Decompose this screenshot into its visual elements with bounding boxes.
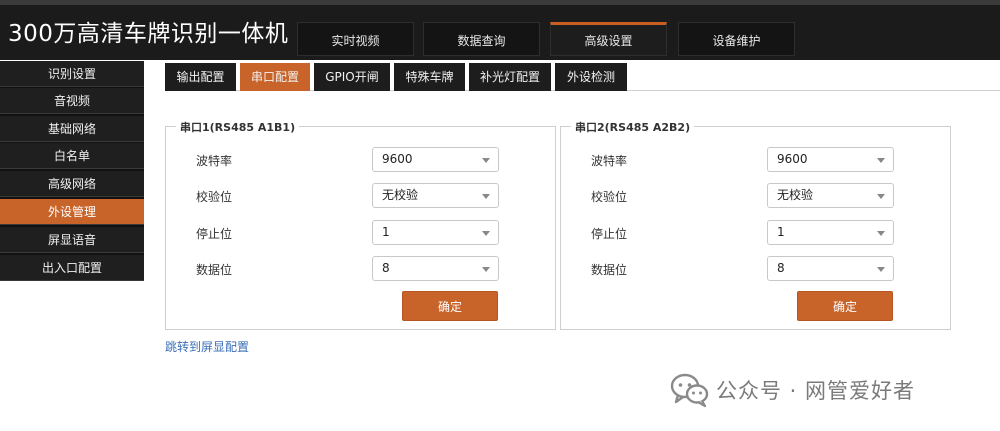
sidebar-item-advanced-network[interactable]: 高级网络 bbox=[0, 171, 144, 197]
tab-gpio-open[interactable]: GPIO开闸 bbox=[314, 63, 390, 91]
sidebar-item-whitelist[interactable]: 白名单 bbox=[0, 143, 144, 169]
serial-port-2-panel: 串口2(RS485 A2B2) 波特率 9600 校验位 无校验 停止位 1 数… bbox=[560, 119, 951, 330]
goto-display-config-link[interactable]: 跳转到屏显配置 bbox=[165, 338, 249, 355]
baud-rate-value: 9600 bbox=[777, 152, 808, 166]
parity-select[interactable]: 无校验 bbox=[372, 183, 499, 208]
sidebar-item-basic-network[interactable]: 基础网络 bbox=[0, 116, 144, 142]
baud-rate-label: 波特率 bbox=[591, 154, 628, 168]
data-bits-value: 8 bbox=[382, 261, 390, 275]
stop-bits-label: 停止位 bbox=[591, 227, 628, 241]
app-title: 300万高清车牌识别一体机 bbox=[8, 21, 289, 47]
nav-tab-data-query[interactable]: 数据查询 bbox=[423, 22, 540, 56]
sidebar-item-audio-video[interactable]: 音视频 bbox=[0, 88, 144, 114]
data-bits-select[interactable]: 8 bbox=[767, 256, 894, 281]
wechat-icon bbox=[670, 373, 709, 408]
chevron-down-icon bbox=[482, 231, 490, 236]
data-bits-label: 数据位 bbox=[196, 263, 233, 277]
sidebar-item-entry-exit[interactable]: 出入口配置 bbox=[0, 255, 144, 281]
parity-label: 校验位 bbox=[591, 190, 628, 204]
baud-rate-value: 9600 bbox=[382, 152, 413, 166]
parity-value: 无校验 bbox=[777, 188, 814, 202]
stop-bits-select[interactable]: 1 bbox=[767, 220, 894, 245]
chevron-down-icon bbox=[877, 267, 885, 272]
watermark: 公众号 · 网管爱好者 bbox=[670, 372, 915, 408]
data-bits-select[interactable]: 8 bbox=[372, 256, 499, 281]
parity-label: 校验位 bbox=[196, 190, 233, 204]
nav-tab-device-maintenance[interactable]: 设备维护 bbox=[678, 22, 795, 56]
tab-peripheral-detect[interactable]: 外设检测 bbox=[555, 63, 627, 91]
confirm-button[interactable]: 确定 bbox=[797, 291, 893, 321]
chevron-down-icon bbox=[482, 194, 490, 199]
data-bits-label: 数据位 bbox=[591, 263, 628, 277]
chevron-down-icon bbox=[482, 158, 490, 163]
sidebar-item-display-voice[interactable]: 屏显语音 bbox=[0, 227, 144, 253]
confirm-button[interactable]: 确定 bbox=[402, 291, 498, 321]
nav-tab-live-video[interactable]: 实时视频 bbox=[297, 22, 414, 56]
parity-value: 无校验 bbox=[382, 188, 419, 202]
stop-bits-select[interactable]: 1 bbox=[372, 220, 499, 245]
chevron-down-icon bbox=[877, 158, 885, 163]
watermark-text: 公众号 · 网管爱好者 bbox=[716, 379, 916, 403]
chevron-down-icon bbox=[482, 267, 490, 272]
tab-special-plate[interactable]: 特殊车牌 bbox=[394, 63, 465, 91]
sidebar-item-peripherals[interactable]: 外设管理 bbox=[0, 199, 144, 225]
top-strip bbox=[0, 0, 1000, 5]
baud-rate-select[interactable]: 9600 bbox=[372, 147, 499, 172]
tab-output-config[interactable]: 输出配置 bbox=[165, 63, 236, 91]
chevron-down-icon bbox=[877, 231, 885, 236]
stop-bits-label: 停止位 bbox=[196, 227, 233, 241]
serial-port-2-legend: 串口2(RS485 A2B2) bbox=[571, 119, 695, 135]
sub-tab-bar: 输出配置 串口配置 GPIO开闸 特殊车牌 补光灯配置 外设检测 bbox=[165, 63, 1000, 91]
data-bits-value: 8 bbox=[777, 261, 785, 275]
stop-bits-value: 1 bbox=[777, 225, 785, 239]
sidebar: 识别设置 音视频 基础网络 白名单 高级网络 外设管理 屏显语音 出入口配置 bbox=[0, 61, 144, 281]
top-bar: 300万高清车牌识别一体机 实时视频 数据查询 高级设置 设备维护 bbox=[0, 0, 1000, 60]
tab-fill-light-config[interactable]: 补光灯配置 bbox=[469, 63, 551, 91]
tab-serial-config[interactable]: 串口配置 bbox=[240, 63, 310, 91]
sidebar-item-recognition[interactable]: 识别设置 bbox=[0, 61, 144, 87]
baud-rate-label: 波特率 bbox=[196, 154, 233, 168]
stop-bits-value: 1 bbox=[382, 225, 390, 239]
nav-tab-advanced-settings[interactable]: 高级设置 bbox=[550, 22, 667, 56]
serial-port-1-panel: 串口1(RS485 A1B1) 波特率 9600 校验位 无校验 停止位 1 数… bbox=[165, 119, 556, 330]
parity-select[interactable]: 无校验 bbox=[767, 183, 894, 208]
chevron-down-icon bbox=[877, 194, 885, 199]
baud-rate-select[interactable]: 9600 bbox=[767, 147, 894, 172]
serial-port-1-legend: 串口1(RS485 A1B1) bbox=[176, 119, 300, 135]
